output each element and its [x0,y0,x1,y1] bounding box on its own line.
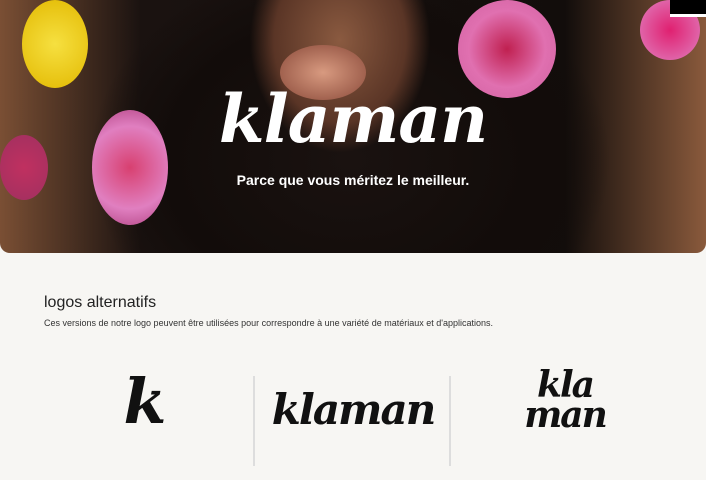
brand-logo: klaman [218,80,488,158]
overlay-bar [670,0,706,17]
hero-banner: klaman Parce que vous méritez le meilleu… [0,0,706,253]
logo-k: k [123,365,167,438]
tagline: Parce que vous méritez le meilleur. [236,172,470,188]
divider [449,376,451,466]
logo-stacked-line2: man [524,394,608,436]
section-title: logos alternatifs [44,294,157,311]
logo-klaman: klaman [271,385,436,434]
yellow-flower-image [22,0,88,88]
section-description: Ces versions de notre logo peuvent être … [44,318,493,328]
divider [253,376,255,466]
logo-stacked: kla man [505,367,625,436]
